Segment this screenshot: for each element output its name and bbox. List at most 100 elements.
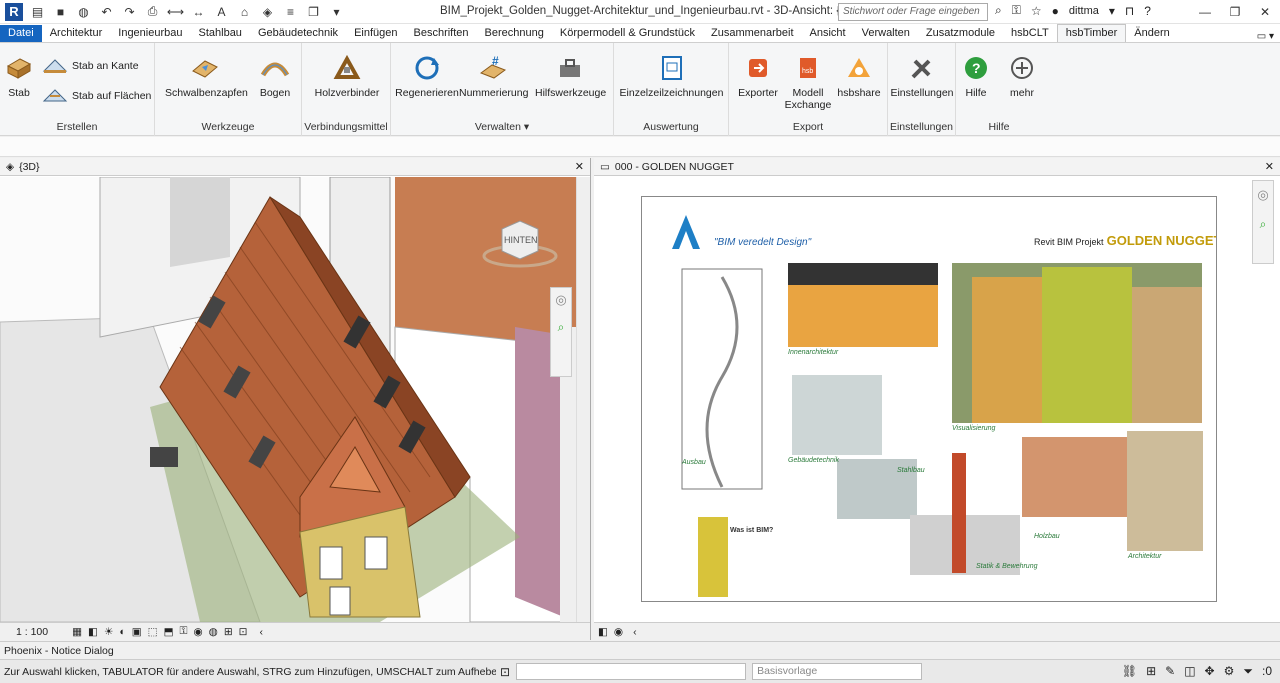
chevron-down-icon[interactable]: ▾: [1109, 4, 1115, 18]
temporary-hide-icon[interactable]: ◉: [194, 626, 203, 638]
stab-an-kante-button[interactable]: Stab an Kante: [42, 56, 139, 76]
tab-architektur[interactable]: Architektur: [42, 25, 111, 42]
close-icon[interactable]: ✕: [1265, 160, 1274, 173]
default-3d-icon[interactable]: ⌂: [236, 3, 253, 20]
filter-icon[interactable]: ⏷: [1243, 664, 1253, 679]
text-icon[interactable]: A: [213, 3, 230, 20]
scroll-left-icon[interactable]: ‹: [633, 626, 637, 638]
tab-hsbtimber[interactable]: hsbTimber: [1056, 24, 1127, 42]
tab-verwalten[interactable]: Verwalten: [854, 25, 918, 42]
detail-level-icon[interactable]: ▦: [72, 626, 82, 638]
tab-hsbclt[interactable]: hsbCLT: [1003, 25, 1057, 42]
model-canvas-3d[interactable]: HINTEN ◎ ⌕: [0, 177, 576, 622]
section-icon[interactable]: ◈: [259, 3, 276, 20]
select-by-face-icon[interactable]: ◫: [1184, 664, 1195, 679]
tab-stahlbau[interactable]: Stahlbau: [191, 25, 250, 42]
tab-gebaeudetechnik[interactable]: Gebäudetechnik: [250, 25, 346, 42]
steering-wheel-icon[interactable]: ◎: [551, 292, 571, 308]
design-option-select[interactable]: Basisvorlage: [752, 663, 923, 680]
minimize-icon[interactable]: —: [1190, 0, 1220, 24]
nummerierung-button[interactable]: # Nummerierung: [459, 53, 528, 99]
bogen-button[interactable]: Bogen: [253, 53, 297, 99]
hilfe-button[interactable]: ? Hilfe: [960, 53, 992, 99]
hilfswerkzeuge-button[interactable]: Hilfswerkzeuge: [535, 53, 606, 99]
restore-icon[interactable]: ❐: [1220, 0, 1250, 24]
zoom-icon[interactable]: ⌕: [551, 320, 571, 335]
thin-lines-icon[interactable]: ≡: [282, 3, 299, 20]
drag-elements-icon[interactable]: ✥: [1205, 664, 1215, 679]
dimension-icon[interactable]: ↔: [190, 3, 207, 20]
tab-einfuegen[interactable]: Einfügen: [346, 25, 405, 42]
save-icon[interactable]: ■: [52, 3, 69, 20]
select-pinned-icon[interactable]: ✎: [1165, 664, 1175, 679]
sun-path-icon[interactable]: ☀: [104, 626, 113, 638]
shadows-icon[interactable]: ◐: [119, 626, 125, 638]
tab-datei[interactable]: Datei: [0, 25, 42, 42]
visual-style-icon[interactable]: ◧: [598, 626, 608, 638]
view-scale[interactable]: 1 : 100: [16, 626, 48, 638]
reveal-hidden-icon[interactable]: ◍: [209, 626, 218, 638]
cart-icon[interactable]: ⊓: [1125, 4, 1134, 18]
close-icon[interactable]: ✕: [1250, 0, 1280, 24]
regenerieren-button[interactable]: Regenerieren: [395, 53, 459, 99]
user-icon[interactable]: ●: [1052, 4, 1059, 18]
crop-view-icon[interactable]: ⬚: [148, 626, 158, 638]
tab-zusatzmodule[interactable]: Zusatzmodule: [918, 25, 1003, 42]
einzelteilzeichnungen-button[interactable]: Einzelzeilzeichnungen: [619, 53, 724, 99]
temporary-hide-icon[interactable]: ◉: [614, 626, 623, 638]
workset-icon[interactable]: ⊡: [500, 665, 510, 679]
mehr-button[interactable]: mehr: [1006, 53, 1038, 99]
schwalbenzapfen-button[interactable]: Schwalbenzapfen: [165, 53, 248, 99]
subscription-icon[interactable]: ⚿: [1012, 3, 1021, 18]
notice-dialog-title[interactable]: Phoenix - Notice Dialog: [4, 645, 114, 657]
customize-qat-icon[interactable]: ▾: [328, 3, 345, 20]
tab-beschriften[interactable]: Beschriften: [406, 25, 477, 42]
user-name[interactable]: dittma: [1069, 5, 1099, 17]
tab-koerpermodell[interactable]: Körpermodell & Grundstück: [552, 25, 703, 42]
show-crop-icon[interactable]: ⬒: [164, 626, 174, 638]
tab-aendern[interactable]: Ändern: [1126, 25, 1177, 42]
tab-zusammenarbeit[interactable]: Zusammenarbeit: [703, 25, 802, 42]
visual-style-icon[interactable]: ◧: [88, 626, 98, 638]
render-icon[interactable]: ▣: [132, 626, 142, 638]
vertical-scrollbar[interactable]: [576, 177, 590, 622]
help-search-input[interactable]: Stichwort oder Frage eingeben: [838, 3, 988, 21]
modell-exchange-button[interactable]: hsb Modell Exchange: [783, 53, 833, 111]
zoom-icon[interactable]: ⌕: [1253, 217, 1273, 232]
undo-icon[interactable]: ↶: [98, 3, 115, 20]
tab-ansicht[interactable]: Ansicht: [802, 25, 854, 42]
sheet-golden-nugget[interactable]: "BIM veredelt Design" Revit BIM Projekt …: [641, 196, 1217, 602]
exporter-button[interactable]: Exporter: [735, 53, 781, 99]
stab-button[interactable]: Stab: [4, 53, 34, 99]
scroll-left-icon[interactable]: ‹: [259, 626, 263, 638]
hsbshare-button[interactable]: hsbshare: [835, 53, 883, 99]
open-icon[interactable]: ▤: [29, 3, 46, 20]
ribbon-minimize-icon[interactable]: ▭ ▾: [1257, 31, 1274, 42]
search-icon[interactable]: ⌕: [995, 3, 1002, 18]
redo-icon[interactable]: ↷: [121, 3, 138, 20]
favorites-icon[interactable]: ☆: [1031, 4, 1042, 18]
steering-wheel-icon[interactable]: ◎: [1253, 187, 1273, 203]
revit-logo[interactable]: R: [5, 2, 23, 21]
analytical-model-icon[interactable]: ⊞: [224, 626, 233, 638]
select-underlay-icon[interactable]: ⊞: [1146, 664, 1156, 679]
help-icon[interactable]: ?: [1144, 4, 1151, 18]
sync-icon[interactable]: ◍: [75, 3, 92, 20]
print-icon[interactable]: ⎙: [144, 3, 161, 20]
tab-ingenieurbau[interactable]: Ingenieurbau: [110, 25, 190, 42]
measure-icon[interactable]: ⟷: [167, 3, 184, 20]
close-icon[interactable]: ✕: [575, 160, 584, 173]
holzverbinder-button[interactable]: Holzverbinder: [312, 53, 382, 99]
tab-berechnung[interactable]: Berechnung: [477, 25, 552, 42]
stab-auf-flaechen-button[interactable]: Stab auf Flächen: [42, 86, 151, 106]
workset-select[interactable]: [516, 663, 747, 680]
select-links-icon[interactable]: ⛓: [1122, 664, 1137, 679]
viewcube[interactable]: HINTEN: [480, 211, 560, 271]
lock-view-icon[interactable]: ⚿: [180, 625, 188, 638]
switch-windows-icon[interactable]: ❐: [305, 3, 322, 20]
einstellungen-button[interactable]: Einstellungen: [890, 53, 954, 99]
panel-title-verwalten[interactable]: Verwalten ▾: [391, 121, 613, 133]
background-process-icon[interactable]: ⚙: [1224, 664, 1235, 679]
highlight-displacement-icon[interactable]: ⊡: [239, 626, 248, 638]
viewcube-face-label[interactable]: HINTEN: [504, 235, 538, 245]
